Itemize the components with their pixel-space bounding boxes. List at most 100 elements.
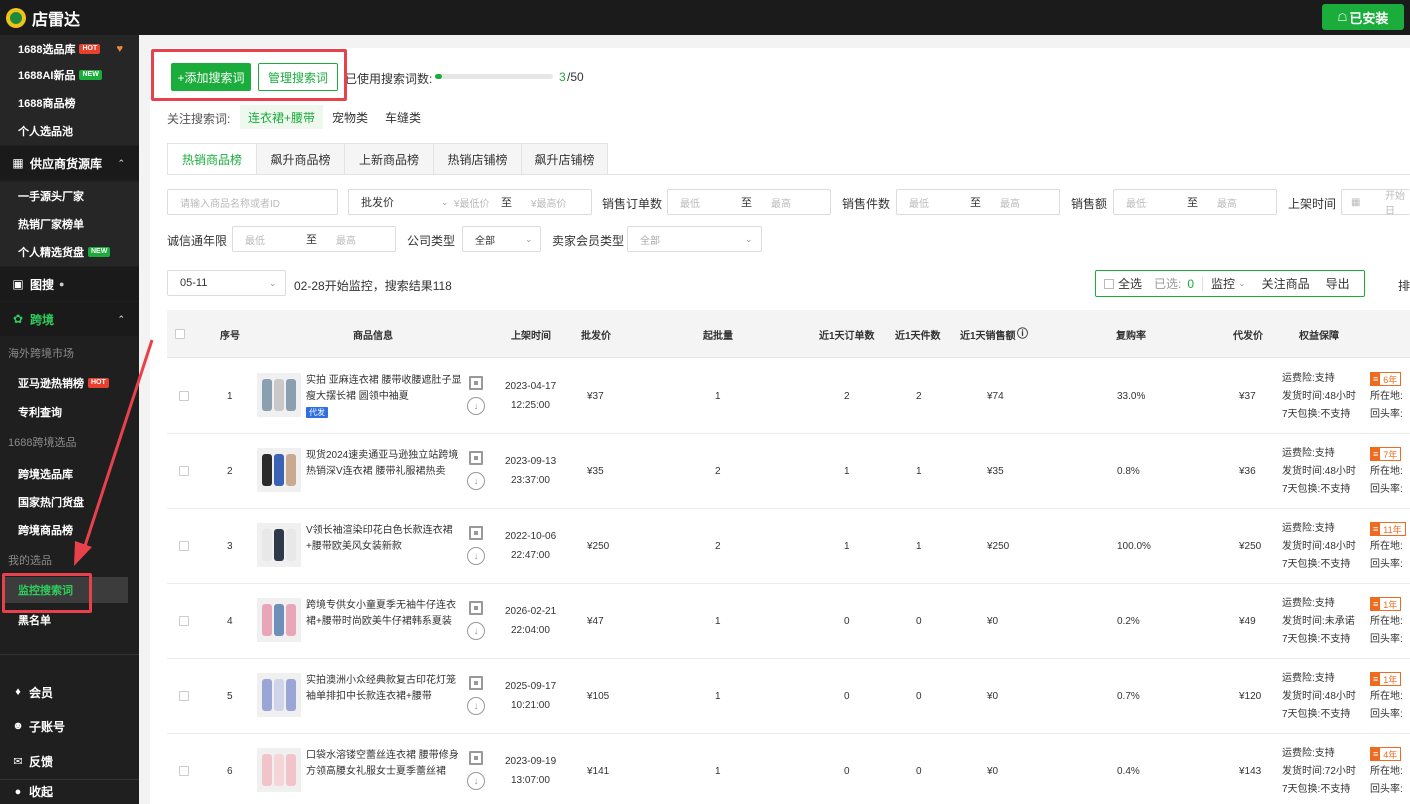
product-thumbnail[interactable] <box>257 748 301 792</box>
app-logo[interactable]: 店雷达 <box>6 6 80 30</box>
download-cloud-icon[interactable]: ↓ <box>467 772 485 790</box>
sidebar-item-sub-account[interactable]: ☻ 子账号 <box>0 709 139 743</box>
qrcode-icon[interactable] <box>469 601 483 615</box>
download-cloud-icon[interactable]: ↓ <box>467 397 485 415</box>
sidebar-item-1688-ranking[interactable]: 1688商品榜 <box>0 89 139 117</box>
download-cloud-icon[interactable]: ↓ <box>467 697 485 715</box>
product-name[interactable]: 实拍 亚麻连衣裙 腰带收腰遮肚子显瘦大摆长裙 圆领中袖夏 <box>306 375 462 402</box>
download-cloud-icon[interactable]: ↓ <box>467 547 485 565</box>
company-type-select[interactable]: 全部 ⌄ <box>462 226 541 252</box>
add-keyword-button[interactable]: +添加搜索词 <box>171 63 251 91</box>
product-name-block[interactable]: 现货2024速卖通亚马逊独立站跨境热销深V连衣裙 腰带礼服裙热卖 <box>306 448 462 480</box>
sidebar-item-hot-factory[interactable]: 热销厂家榜单 <box>0 210 139 238</box>
select-all-checkbox[interactable] <box>1104 278 1114 289</box>
follow-products-button[interactable]: 关注商品 <box>1262 275 1310 292</box>
member-type-select[interactable]: 全部 ⌄ <box>627 226 762 252</box>
header-checkbox[interactable] <box>175 329 185 339</box>
product-name[interactable]: 跨境专供女小童夏季无袖牛仔连衣裙+腰带时尚欧美牛仔裙韩系夏装 <box>306 600 456 627</box>
select-all-label[interactable]: 全选 <box>1118 275 1142 292</box>
product-name-block[interactable]: V领长袖渲染印花白色长款连衣裙+腰带欧美风女装新款 <box>306 523 462 555</box>
product-name[interactable]: 口袋水溶镂空蕾丝连衣裙 腰带修身方领高腰女礼服女士夏季蕾丝裙 <box>306 750 459 777</box>
pieces-max-input[interactable]: 最高 <box>1000 195 1020 210</box>
keyword-chip-sewing[interactable]: 车缝类 <box>377 105 429 129</box>
pieces-min-input[interactable]: 最低 <box>909 195 929 210</box>
sidebar-item-country-hot[interactable]: 国家热门货盘 <box>0 488 139 516</box>
years-min-input[interactable]: 最低 <box>245 232 265 247</box>
sidebar-item-monitor-keywords[interactable]: 监控搜索词 <box>4 577 128 603</box>
sidebar-item-personal-pool[interactable]: 个人选品池 <box>0 117 139 145</box>
monitor-date-select[interactable]: 05-11 ⌄ <box>167 270 286 296</box>
sidebar-item-1688-library[interactable]: 1688选品库 HOT ♥ <box>0 35 139 63</box>
qrcode-icon[interactable] <box>469 676 483 690</box>
max-price-input[interactable]: ¥最高价 <box>531 195 567 210</box>
product-thumbnail[interactable] <box>257 373 301 417</box>
sidebar-item-personal-picks[interactable]: 个人精选货盘 NEW <box>0 238 139 266</box>
sidebar-item-membership[interactable]: ♦ 会员 <box>0 675 139 709</box>
row-checkbox[interactable] <box>179 541 189 551</box>
product-name-block[interactable]: 实拍澳洲小众经典款复古印花灯笼袖单排扣中长款连衣裙+腰带 <box>306 673 462 705</box>
product-name-block[interactable]: 跨境专供女小童夏季无袖牛仔连衣裙+腰带时尚欧美牛仔裙韩系夏装 <box>306 598 462 630</box>
row-checkbox[interactable] <box>179 691 189 701</box>
listed-date-input[interactable]: ▦ 开始日 <box>1341 189 1410 217</box>
download-cloud-icon[interactable]: ↓ <box>467 622 485 640</box>
row-checkbox[interactable] <box>179 391 189 401</box>
row-checkbox[interactable] <box>179 466 189 476</box>
product-name[interactable]: 现货2024速卖通亚马逊独立站跨境热销深V连衣裙 腰带礼服裙热卖 <box>306 450 458 477</box>
product-search-input[interactable]: 请输入商品名称或者ID <box>167 189 338 215</box>
heart-icon[interactable]: ♥ <box>116 43 123 55</box>
monitor-dropdown[interactable]: 监控 <box>1211 275 1235 292</box>
table-row[interactable]: 1 实拍 亚麻连衣裙 腰带收腰遮肚子显瘦大摆长裙 圆领中袖夏 代发 ↓ 2023-04-… <box>167 359 1410 434</box>
tab-rising-products[interactable]: 飙升商品榜 <box>256 143 344 175</box>
sidebar-item-feedback[interactable]: ✉ 反馈 <box>0 744 139 778</box>
help-icon[interactable]: ⓘ <box>1017 325 1028 341</box>
download-cloud-icon[interactable]: ↓ <box>467 472 485 490</box>
sidebar-group-supplier[interactable]: ▦ 供应商货源库 ⌃ <box>0 146 139 180</box>
installed-button[interactable]: ☖ 已安装 <box>1322 4 1404 30</box>
table-row[interactable]: 2 现货2024速卖通亚马逊独立站跨境热销深V连衣裙 腰带礼服裙热卖 ↓ 2023-0… <box>167 434 1410 509</box>
product-thumbnail[interactable] <box>257 523 301 567</box>
table-row[interactable]: 4 跨境专供女小童夏季无袖牛仔连衣裙+腰带时尚欧美牛仔裙韩系夏装 ↓ 2026-02-… <box>167 584 1410 659</box>
sort-label[interactable]: 排 <box>1398 277 1410 294</box>
amount-max-input[interactable]: 最高 <box>1217 195 1237 210</box>
price-type-select[interactable]: 批发价 <box>361 194 394 210</box>
product-name[interactable]: 实拍澳洲小众经典款复古印花灯笼袖单排扣中长款连衣裙+腰带 <box>306 675 456 702</box>
orders-min-input[interactable]: 最低 <box>680 195 700 210</box>
product-name-block[interactable]: 口袋水溶镂空蕾丝连衣裙 腰带修身方领高腰女礼服女士夏季蕾丝裙 <box>306 748 462 780</box>
tab-hot-stores[interactable]: 热销店铺榜 <box>433 143 521 175</box>
product-thumbnail[interactable] <box>257 448 301 492</box>
years-max-input[interactable]: 最高 <box>336 232 356 247</box>
sidebar-item-blacklist[interactable]: 黑名单 <box>0 606 139 634</box>
sidebar-item-image-search[interactable]: ▣ 图搜 ● <box>0 267 139 301</box>
sidebar-group-cross-border[interactable]: ✿ 跨境 ⌃ <box>0 302 139 336</box>
keyword-chip-dress-belt[interactable]: 连衣裙+腰带 <box>240 105 324 129</box>
sidebar-item-source-factory[interactable]: 一手源头厂家 <box>0 182 139 210</box>
tab-hot-products[interactable]: 热销商品榜 <box>167 143 256 175</box>
product-name-block[interactable]: 实拍 亚麻连衣裙 腰带收腰遮肚子显瘦大摆长裙 圆领中袖夏 代发 <box>306 373 462 421</box>
sidebar-collapse[interactable]: ● 收起 <box>0 779 139 804</box>
sidebar-item-amazon-hot[interactable]: 亚马逊热销榜 HOT <box>0 369 139 397</box>
export-button[interactable]: 导出 <box>1326 275 1350 292</box>
qrcode-icon[interactable] <box>469 451 483 465</box>
product-thumbnail[interactable] <box>257 598 301 642</box>
qrcode-icon[interactable] <box>469 376 483 390</box>
qrcode-icon[interactable] <box>469 526 483 540</box>
table-row[interactable]: 5 实拍澳洲小众经典款复古印花灯笼袖单排扣中长款连衣裙+腰带 ↓ 2025-09-17… <box>167 659 1410 734</box>
sidebar-item-cross-ranking[interactable]: 跨境商品榜 <box>0 516 139 544</box>
product-thumbnail[interactable] <box>257 673 301 717</box>
orders-max-input[interactable]: 最高 <box>771 195 791 210</box>
keyword-chip-pets[interactable]: 宠物类 <box>324 105 376 129</box>
row-checkbox[interactable] <box>179 766 189 776</box>
table-row[interactable]: 3 V领长袖渲染印花白色长款连衣裙+腰带欧美风女装新款 ↓ 2022-10-06 22:… <box>167 509 1410 584</box>
table-row[interactable]: 6 口袋水溶镂空蕾丝连衣裙 腰带修身方领高腰女礼服女士夏季蕾丝裙 ↓ 2023-09-… <box>167 734 1410 804</box>
tab-new-products[interactable]: 上新商品榜 <box>344 143 433 175</box>
sidebar-item-1688-ai-new[interactable]: 1688AI新品 NEW <box>0 61 139 89</box>
amount-min-input[interactable]: 最低 <box>1126 195 1146 210</box>
sidebar-item-cross-library[interactable]: 跨境选品库 <box>0 460 139 488</box>
manage-keywords-button[interactable]: 管理搜索词 <box>258 63 338 91</box>
row-checkbox[interactable] <box>179 616 189 626</box>
qrcode-icon[interactable] <box>469 751 483 765</box>
sidebar-item-patent[interactable]: 专利查询 <box>0 398 139 426</box>
info-icon[interactable]: ● <box>59 279 64 289</box>
min-price-input[interactable]: ¥最低价 <box>454 195 490 210</box>
tab-rising-stores[interactable]: 飙升店铺榜 <box>521 143 608 175</box>
